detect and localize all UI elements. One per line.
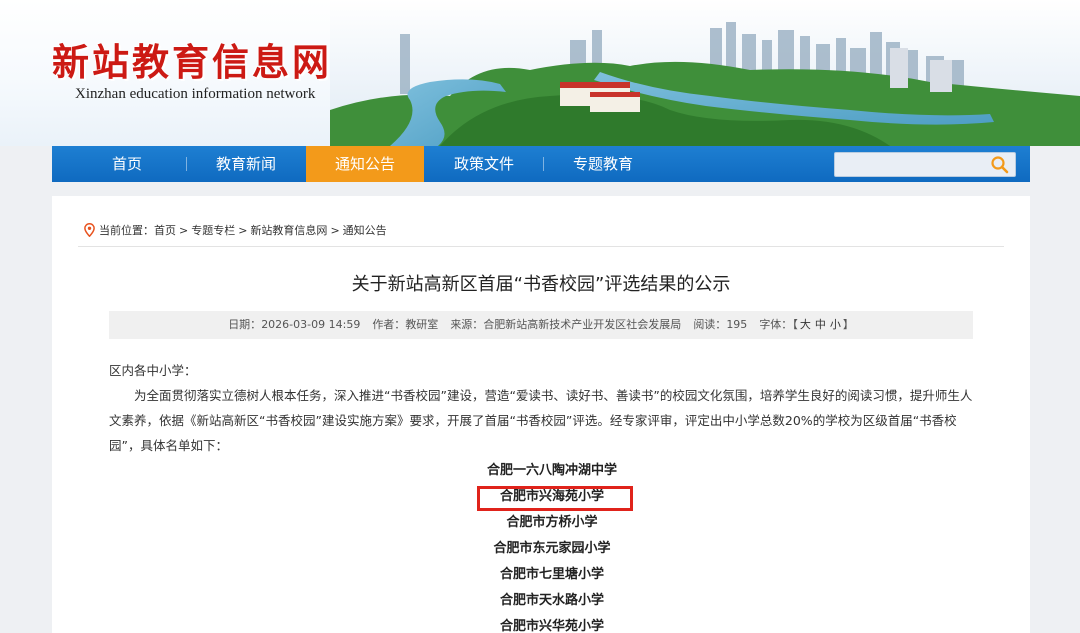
site-title: 新站教育信息网: [52, 40, 332, 84]
breadcrumb-home[interactable]: 首页: [154, 224, 176, 237]
main-nav: 首页 教育新闻 通知公告 政策文件 专题教育: [52, 146, 1030, 182]
school-list-item: 合肥市东元家园小学: [493, 541, 611, 556]
search-box: [834, 152, 1016, 177]
breadcrumb-special-topics[interactable]: 专题专栏: [191, 224, 235, 237]
school-list-item: 合肥市七里塘小学: [499, 567, 604, 582]
author: 教研室: [405, 318, 439, 331]
nav-item-education-news[interactable]: 教育新闻: [187, 146, 305, 182]
font-medium-button[interactable]: 中: [815, 318, 826, 331]
search-input[interactable]: [841, 155, 985, 175]
source-label: 来源：: [450, 318, 484, 331]
article-greeting: 区内各中小学：: [109, 363, 197, 378]
article-meta-bar: 日期：2026-03-09 14:59 作者：教研室 来源：合肥新站高新技术产业开发…: [109, 311, 973, 339]
breadcrumb-separator: >: [179, 224, 189, 237]
breadcrumb-separator: >: [330, 224, 340, 237]
view-count: 195: [726, 318, 748, 331]
article-title: 关于新站高新区首届“书香校园”评选结果的公示: [351, 274, 731, 295]
publish-date: 2026-03-09 14:59: [261, 318, 361, 331]
views-label: 阅读：: [693, 318, 727, 331]
source: 合肥新站高新技术产业开发区社会发展局: [483, 318, 682, 331]
site-subtitle: Xinzhan education information network: [75, 86, 316, 102]
header-banner: 新站教育信息网 Xinzhan education information ne…: [0, 0, 1080, 146]
highlight-annotation-box: [477, 486, 633, 511]
breadcrumb-prefix: 当前位置：: [99, 224, 154, 237]
breadcrumb-notices[interactable]: 通知公告: [343, 224, 387, 237]
location-pin-icon: [84, 223, 95, 242]
author-label: 作者：: [372, 318, 406, 331]
school-list-item: 合肥一六八陶冲湖中学: [486, 463, 617, 478]
page: 新站教育信息网 Xinzhan education information ne…: [0, 0, 1080, 633]
city-skyline-image: [330, 0, 1080, 146]
school-list-item: 合肥市兴华苑小学: [499, 619, 604, 633]
search-icon[interactable]: [990, 155, 1010, 174]
nav-item-policy-documents[interactable]: 政策文件: [425, 146, 543, 182]
school-list-item: 合肥市天水路小学: [499, 593, 604, 608]
nav-item-home[interactable]: 首页: [68, 146, 186, 182]
article-paragraph: 为全面贯彻落实立德树人根本任务，深入推进“书香校园”建设，营造“爱读书、读好书、…: [109, 388, 973, 453]
breadcrumb-site[interactable]: 新站教育信息网: [250, 224, 327, 237]
bracket-close: 】: [842, 318, 854, 331]
article-body: 区内各中小学： 为全面贯彻落实立德树人根本任务，深入推进“书香校园”建设，营造“…: [109, 358, 979, 458]
font-large-button[interactable]: 大: [800, 318, 811, 331]
font-size-label: 字体：: [759, 318, 793, 331]
nav-item-notices[interactable]: 通知公告: [306, 146, 424, 182]
nav-item-special-education[interactable]: 专题教育: [544, 146, 662, 182]
breadcrumb: 当前位置：首页 > 专题专栏 > 新站教育信息网 > 通知公告: [84, 223, 387, 239]
breadcrumb-separator: >: [238, 224, 248, 237]
article-panel: 当前位置：首页 > 专题专栏 > 新站教育信息网 > 通知公告 关于新站高新区首届“书香校园…: [52, 196, 1030, 633]
date-label: 日期：: [228, 318, 262, 331]
font-small-button[interactable]: 小: [830, 318, 841, 331]
breadcrumb-divider: [78, 246, 1004, 247]
bracket-open: 【: [792, 318, 798, 331]
school-list-item: 合肥市方桥小学: [506, 515, 598, 530]
